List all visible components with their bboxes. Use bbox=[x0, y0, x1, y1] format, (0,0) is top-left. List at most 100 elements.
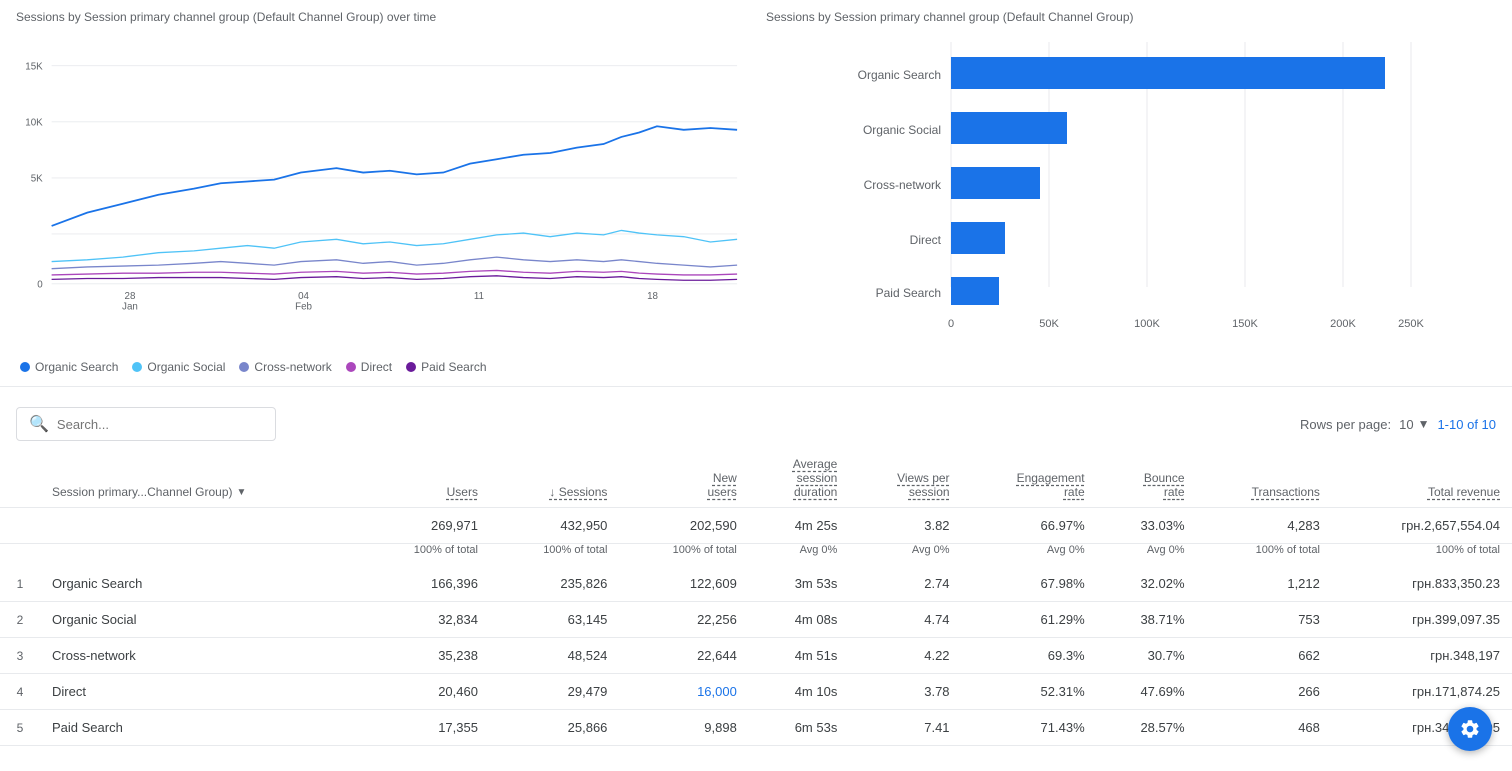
col-transactions-label: Transactions bbox=[1252, 485, 1320, 499]
row4-bounce: 47.69% bbox=[1097, 674, 1197, 710]
rows-select[interactable]: 10 ▼ bbox=[1399, 417, 1429, 432]
bar-direct bbox=[951, 222, 1005, 254]
svg-text:0: 0 bbox=[37, 279, 43, 290]
svg-text:250K: 250K bbox=[1398, 318, 1424, 330]
bar-organic-social bbox=[951, 112, 1067, 144]
search-pagination-bar: 🔍 Rows per page: 10 ▼ 1-10 of 10 bbox=[0, 399, 1512, 449]
table-row: 5 Paid Search 17,355 25,866 9,898 6m 53s… bbox=[0, 710, 1512, 746]
svg-text:Direct: Direct bbox=[910, 233, 942, 247]
table-header-row: Session primary...Channel Group) ▼ Users… bbox=[0, 449, 1512, 508]
col-header-users[interactable]: Users bbox=[361, 449, 490, 508]
col-header-channel[interactable]: Session primary...Channel Group) ▼ bbox=[40, 449, 361, 508]
col-users-label: Users bbox=[447, 485, 478, 499]
row3-views: 4.22 bbox=[849, 638, 961, 674]
row1-views: 2.74 bbox=[849, 566, 961, 602]
row4-revenue: грн.171,874.25 bbox=[1332, 674, 1512, 710]
svg-text:Jan: Jan bbox=[122, 302, 138, 313]
col-header-sessions[interactable]: ↓ Sessions bbox=[490, 449, 619, 508]
search-icon: 🔍 bbox=[29, 414, 49, 434]
row5-sessions: 25,866 bbox=[490, 710, 619, 746]
legend-dot-paid-search bbox=[406, 362, 416, 372]
totals-revenue-cell: грн.2,657,554.04 bbox=[1332, 508, 1512, 544]
totals-avg-session-cell: 4m 25s bbox=[749, 508, 849, 544]
totals-row: 269,971 432,950 202,590 4m 25s 3.82 66.9… bbox=[0, 508, 1512, 544]
totals-engagement-pct: Avg 0% bbox=[962, 544, 1097, 567]
col-channel-label: Session primary...Channel Group) bbox=[52, 485, 233, 499]
totals-users-cell: 269,971 bbox=[361, 508, 490, 544]
section-divider bbox=[0, 386, 1512, 387]
col-new-users-label: Newusers bbox=[708, 471, 737, 499]
col-header-total-revenue[interactable]: Total revenue bbox=[1332, 449, 1512, 508]
row1-channel[interactable]: Organic Search bbox=[40, 566, 361, 602]
col-header-transactions[interactable]: Transactions bbox=[1197, 449, 1332, 508]
row2-views: 4.74 bbox=[849, 602, 961, 638]
row2-users: 32,834 bbox=[361, 602, 490, 638]
legend-dot-direct bbox=[346, 362, 356, 372]
svg-text:04: 04 bbox=[298, 291, 309, 302]
col-engagement-label: Engagementrate bbox=[1017, 471, 1085, 499]
col-header-engagement-rate[interactable]: Engagementrate bbox=[962, 449, 1097, 508]
totals-transactions-cell: 4,283 bbox=[1197, 508, 1332, 544]
col-header-bounce-rate[interactable]: Bouncerate bbox=[1097, 449, 1197, 508]
table-row: 2 Organic Social 32,834 63,145 22,256 4m… bbox=[0, 602, 1512, 638]
row3-sessions: 48,524 bbox=[490, 638, 619, 674]
row1-revenue: грн.833,350.23 bbox=[1332, 566, 1512, 602]
legend-dot-organic-social bbox=[132, 362, 142, 372]
col-header-rank bbox=[0, 449, 40, 508]
totals-channel-cell bbox=[40, 508, 361, 544]
row2-avg-session: 4m 08s bbox=[749, 602, 849, 638]
row1-new-users: 122,609 bbox=[619, 566, 748, 602]
row5-transactions: 468 bbox=[1197, 710, 1332, 746]
search-box[interactable]: 🔍 bbox=[16, 407, 276, 441]
row4-channel[interactable]: Direct bbox=[40, 674, 361, 710]
row4-new-users[interactable]: 16,000 bbox=[619, 674, 748, 710]
col-header-views-per-session[interactable]: Views persession bbox=[849, 449, 961, 508]
row2-channel[interactable]: Organic Social bbox=[40, 602, 361, 638]
channel-dropdown-icon[interactable]: ▼ bbox=[237, 487, 247, 498]
col-revenue-label: Total revenue bbox=[1428, 485, 1500, 499]
rows-per-page-label: Rows per page: bbox=[1300, 417, 1391, 432]
line-chart-svg: 15K 10K 5K 0 28 Jan 04 Feb 11 bbox=[16, 32, 746, 322]
svg-text:28: 28 bbox=[125, 291, 136, 302]
col-header-new-users[interactable]: Newusers bbox=[619, 449, 748, 508]
row2-engagement: 61.29% bbox=[962, 602, 1097, 638]
table-row: 1 Organic Search 166,396 235,826 122,609… bbox=[0, 566, 1512, 602]
totals-revenue-pct: 100% of total bbox=[1332, 544, 1512, 567]
col-header-avg-session[interactable]: Averagesessionduration bbox=[749, 449, 849, 508]
row4-transactions: 266 bbox=[1197, 674, 1332, 710]
legend-direct: Direct bbox=[346, 360, 392, 374]
row5-avg-session: 6m 53s bbox=[749, 710, 849, 746]
row5-channel[interactable]: Paid Search bbox=[40, 710, 361, 746]
totals-views-cell: 3.82 bbox=[849, 508, 961, 544]
row5-new-users: 9,898 bbox=[619, 710, 748, 746]
row4-avg-session: 4m 10s bbox=[749, 674, 849, 710]
row2-transactions: 753 bbox=[1197, 602, 1332, 638]
totals-users-pct: 100% of total bbox=[361, 544, 490, 567]
svg-text:18: 18 bbox=[647, 291, 658, 302]
row1-bounce: 32.02% bbox=[1097, 566, 1197, 602]
legend-paid-search: Paid Search bbox=[406, 360, 486, 374]
row1-transactions: 1,212 bbox=[1197, 566, 1332, 602]
row4-views: 3.78 bbox=[849, 674, 961, 710]
totals-sub-channel bbox=[40, 544, 361, 567]
settings-button[interactable] bbox=[1448, 707, 1492, 751]
totals-transactions-pct: 100% of total bbox=[1197, 544, 1332, 567]
totals-sub-rank bbox=[0, 544, 40, 567]
col-views-label: Views persession bbox=[897, 471, 949, 499]
row3-channel[interactable]: Cross-network bbox=[40, 638, 361, 674]
row3-avg-session: 4m 51s bbox=[749, 638, 849, 674]
row1-avg-session: 3m 53s bbox=[749, 566, 849, 602]
row2-revenue: грн.399,097.35 bbox=[1332, 602, 1512, 638]
row4-rank: 4 bbox=[0, 674, 40, 710]
search-input[interactable] bbox=[57, 417, 263, 432]
bar-cross-network bbox=[951, 167, 1040, 199]
totals-new-users-cell: 202,590 bbox=[619, 508, 748, 544]
legend-label-paid-search: Paid Search bbox=[421, 360, 486, 374]
row3-revenue: грн.348,197 bbox=[1332, 638, 1512, 674]
totals-avg-session-pct: Avg 0% bbox=[749, 544, 849, 567]
svg-text:Feb: Feb bbox=[295, 302, 312, 313]
legend-organic-social: Organic Social bbox=[132, 360, 225, 374]
row3-bounce: 30.7% bbox=[1097, 638, 1197, 674]
svg-text:Paid Search: Paid Search bbox=[876, 286, 941, 300]
row3-rank: 3 bbox=[0, 638, 40, 674]
